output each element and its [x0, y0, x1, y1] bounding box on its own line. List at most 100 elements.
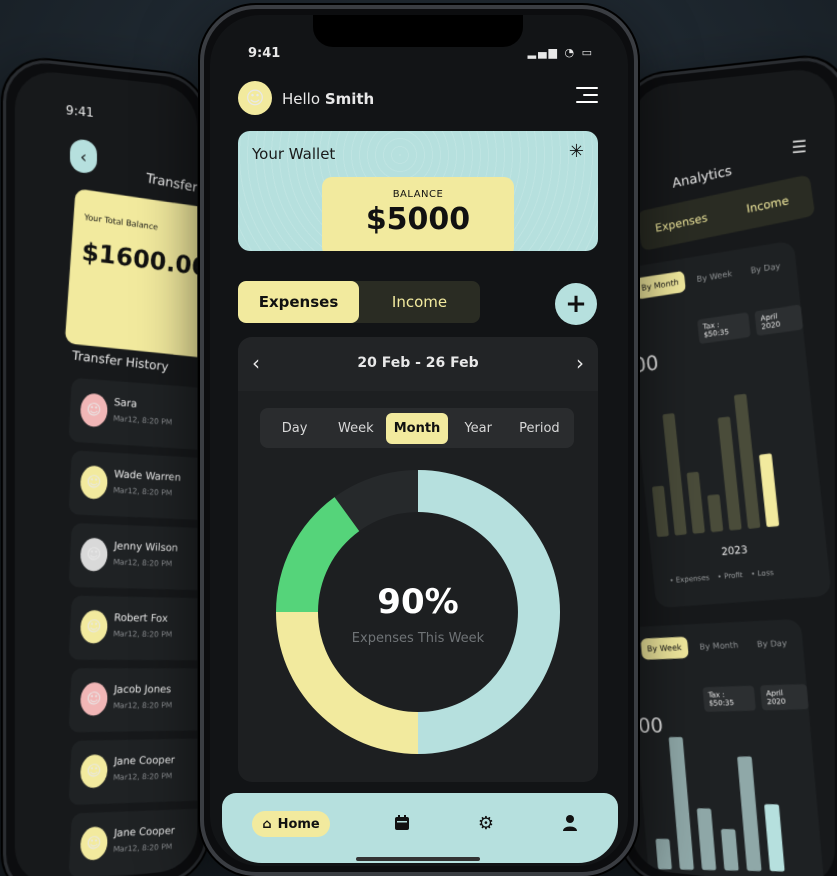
weekly-chart-panel: By Week By Month By Day Tax : $50:35 Apr… — [630, 618, 826, 876]
period-segment: By Week By Month By Day — [640, 632, 794, 660]
legend: • Expenses • Profit • Loss — [669, 568, 774, 584]
period-custom[interactable]: Period — [509, 413, 570, 444]
tab-income[interactable]: Income — [359, 281, 480, 323]
balance-amount: $1600.00 — [80, 237, 198, 282]
page-title: Transfer Histo — [145, 171, 198, 202]
item-date: Mar12, 8:20 PM — [112, 771, 173, 783]
year-label: 2023 — [720, 544, 749, 559]
bar — [707, 494, 724, 533]
left-phone: 9:41 ‹ Transfer Histo Your Total Balance… — [2, 55, 209, 876]
seg-by-week[interactable]: By Week — [640, 636, 689, 660]
bar-chart — [645, 714, 785, 872]
list-item[interactable]: ☺ Jane Cooper Mar12, 8:20 PM — [68, 807, 198, 876]
item-date: Mar12, 8:20 PM — [112, 629, 173, 639]
wallet-card[interactable]: Your Wallet ✳ BALANCE $5000 — [238, 131, 598, 251]
date-badge: April 2020 — [754, 304, 804, 336]
item-date: Mar12, 8:20 PM — [112, 485, 173, 498]
expenses-panel: ‹ 20 Feb - 26 Feb › Day Week Month Year … — [238, 337, 598, 782]
bar — [696, 808, 717, 871]
period-month[interactable]: Month — [386, 412, 448, 444]
date-range: 20 Feb - 26 Feb — [357, 355, 479, 371]
item-name: Sara — [113, 397, 138, 411]
item-date: Mar12, 8:20 PM — [112, 413, 173, 427]
center-phone: 9:41 ▂▄▆ ◔ ▭ ☺ Hello Smith Your Wallet ✳… — [200, 5, 638, 876]
back-button[interactable]: ‹ — [69, 138, 97, 174]
avatar: ☺ — [79, 392, 109, 428]
tax-badge: Tax : $50:35 — [697, 312, 751, 345]
item-date: Mar12, 8:20 PM — [112, 841, 173, 854]
wallet-title: Your Wallet — [252, 145, 336, 163]
calendar-icon[interactable] — [390, 811, 414, 835]
item-date: Mar12, 8:20 PM — [112, 700, 173, 711]
gear-icon[interactable]: ⚙ — [474, 811, 498, 835]
page-title: Analytics — [671, 163, 733, 192]
bar — [668, 736, 695, 870]
avatar: ☺ — [79, 826, 109, 861]
seg-by-day[interactable]: By Day — [750, 632, 795, 656]
tax-badges: Tax : $50:35 April 2020 — [697, 304, 804, 345]
period-segment: By Month By Week By Day — [634, 254, 788, 300]
balance-card: Your Total Balance $1600.00 — [64, 188, 198, 360]
status-time: 9:41 — [65, 102, 94, 121]
menu-icon[interactable]: ☰ — [791, 136, 806, 157]
avatar: ☺ — [79, 754, 109, 789]
seg-by-month[interactable]: By Month — [693, 634, 746, 658]
seg-by-month[interactable]: By Month — [634, 270, 686, 300]
avatar: ☺ — [79, 465, 109, 500]
avatar: ☺ — [79, 610, 109, 644]
period-week[interactable]: Week — [325, 413, 386, 444]
item-date: Mar12, 8:20 PM — [112, 557, 173, 569]
seg-by-day[interactable]: By Day — [743, 254, 788, 282]
tax-badges: Tax : $50:35 April 2020 — [702, 683, 809, 712]
list-item[interactable]: ☺ Jacob Jones Mar12, 8:20 PM — [68, 668, 198, 733]
list-item[interactable]: ☺ Robert Fox Mar12, 8:20 PM — [68, 595, 198, 661]
tab-expenses[interactable]: Expenses — [638, 207, 724, 238]
menu-icon[interactable] — [576, 87, 598, 108]
tax-badge: Tax : $50:35 — [702, 685, 757, 712]
user-icon[interactable] — [558, 811, 582, 835]
date-navigator: ‹ 20 Feb - 26 Feb › — [238, 337, 598, 391]
item-name: Robert Fox — [113, 612, 168, 625]
transfer-list: ☺ Sara Mar12, 8:20 PM ☺ Wade Warren Mar12, 8… — [68, 377, 198, 876]
balance-amount: $5000 — [365, 202, 471, 237]
legend-expenses: • Expenses — [669, 573, 710, 585]
period-year[interactable]: Year — [448, 413, 509, 444]
analytics-tabs: Expenses Income — [636, 174, 816, 252]
list-item[interactable]: ☺ Wade Warren Mar12, 8:20 PM — [68, 450, 198, 521]
bar — [737, 756, 762, 872]
chevron-right-icon[interactable]: › — [576, 351, 584, 375]
bar — [759, 453, 780, 528]
item-name: Jenny Wilson — [113, 540, 179, 555]
status-icons: ▂▄▆ ◔ ▭ — [527, 46, 594, 59]
bar — [720, 829, 739, 871]
avatar: ☺ — [79, 537, 109, 572]
percent-value: 90% — [377, 582, 459, 622]
list-item[interactable]: ☺ Jenny Wilson Mar12, 8:20 PM — [68, 522, 198, 591]
nav-home-label: Home — [277, 816, 320, 832]
greeting-hello: Hello — [282, 90, 321, 108]
bar-chart — [641, 356, 811, 538]
bottom-nav: ⌂ Home ⚙ — [222, 793, 618, 863]
center-screen: 9:41 ▂▄▆ ◔ ▭ ☺ Hello Smith Your Wallet ✳… — [210, 15, 628, 866]
bar — [686, 471, 706, 534]
tab-income[interactable]: Income — [723, 188, 813, 220]
seg-by-week[interactable]: By Week — [690, 262, 740, 291]
nav-home[interactable]: ⌂ Home — [252, 811, 330, 837]
item-name: Wade Warren — [113, 469, 182, 484]
period-day[interactable]: Day — [264, 413, 325, 444]
item-name: Jacob Jones — [113, 684, 172, 696]
avatar: ☺ — [79, 682, 109, 716]
left-screen: 9:41 ‹ Transfer Histo Your Total Balance… — [14, 68, 198, 876]
list-item[interactable]: ☺ Sara Mar12, 8:20 PM — [68, 377, 198, 451]
item-name: Jane Cooper — [113, 825, 176, 840]
tab-expenses[interactable]: Expenses — [238, 281, 359, 323]
avatar[interactable]: ☺ — [238, 81, 272, 115]
greeting-user: Smith — [324, 90, 375, 108]
add-button[interactable]: + — [555, 283, 597, 325]
list-item[interactable]: ☺ Jane Cooper Mar12, 8:20 PM — [68, 737, 198, 806]
expense-income-toggle: Expenses Income — [238, 281, 480, 323]
bar — [651, 485, 669, 538]
home-indicator — [356, 857, 480, 861]
right-phone: ☰ Analytics Expenses Income By Month By … — [620, 52, 837, 876]
bar — [764, 804, 785, 872]
